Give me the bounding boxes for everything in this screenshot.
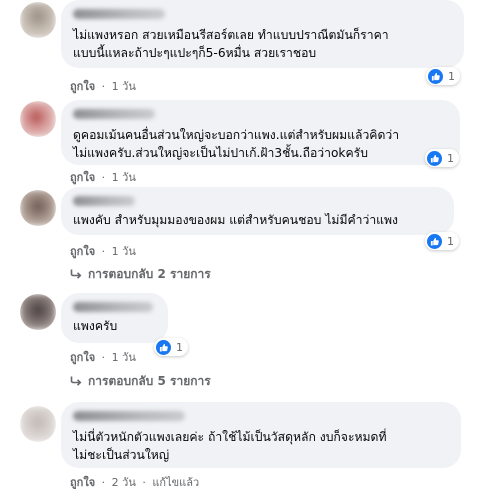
like-button[interactable]: ถูกใจ	[70, 476, 95, 489]
avatar[interactable]	[20, 406, 56, 442]
comment-line: ไม่นี่ตัวหนักตัวแพงเลยค่ะ ถ้าใช้ไม้เป็นว…	[73, 430, 387, 444]
replies-label: การตอบกลับ 2 รายการ	[88, 267, 211, 281]
commenter-name[interactable]	[73, 302, 153, 312]
comment-bubble: ดูคอมเม้นคนอื่นส่วนใหญ่จะบอกว่าแพง.แต่สำ…	[61, 100, 460, 165]
edited-label: แก้ไขแล้ว	[152, 476, 200, 489]
comment-text: แพงครับ	[73, 316, 156, 336]
meta-separator: ·	[101, 245, 106, 258]
comment-meta: ถูกใจ · 1 วัน	[70, 242, 136, 260]
commenter-name[interactable]	[73, 411, 185, 421]
reply-arrow-icon	[70, 375, 82, 389]
avatar[interactable]	[20, 101, 56, 137]
like-button[interactable]: ถูกใจ	[70, 351, 95, 364]
thumbs-up-icon	[428, 68, 443, 84]
comment-meta: ถูกใจ · 1 วัน	[70, 348, 136, 366]
comment-timestamp[interactable]: 1 วัน	[112, 245, 136, 258]
comment-text: ไม่นี่ตัวหนักตัวแพงเลยค่ะ ถ้าใช้ไม้เป็นว…	[73, 427, 449, 465]
comment-bubble: ไม่นี่ตัวหนักตัวแพงเลยค่ะ ถ้าใช้ไม้เป็นว…	[61, 402, 461, 468]
comment-text: ดูคอมเม้นคนอื่นส่วนใหญ่จะบอกว่าแพง.แต่สำ…	[73, 125, 448, 163]
commenter-name[interactable]	[73, 196, 135, 206]
thumbs-up-icon	[427, 233, 442, 249]
avatar[interactable]	[20, 294, 56, 330]
reply-arrow-icon	[70, 268, 82, 282]
thumbs-up-icon	[156, 339, 171, 355]
comment-line: ไม่แพงครับ.ส่วนใหญ่จะเป็นไม่ปาเก้.ฝ้า3ชั…	[73, 146, 368, 160]
comment-text: ไม่แพงหรอก สวยเหมือนรีสอร์ตเลย ทำแบบปราณ…	[73, 25, 452, 63]
comment-meta: ถูกใจ · 1 วัน	[70, 168, 136, 186]
commenter-name[interactable]	[73, 109, 155, 119]
comment-line: ไม่ชะเป็นส่วนใหญ่	[73, 448, 170, 462]
like-button[interactable]: ถูกใจ	[70, 171, 95, 184]
commenter-name[interactable]	[73, 9, 165, 19]
comment-timestamp[interactable]: 1 วัน	[112, 351, 136, 364]
comment-text: แพงคับ สำหรับมุมมองของผม แต่สำหรับคนชอบ …	[73, 210, 442, 230]
avatar[interactable]	[20, 190, 56, 226]
meta-separator: ·	[142, 476, 146, 489]
comment-timestamp[interactable]: 1 วัน	[112, 171, 136, 184]
comment-line: ไม่แพงหรอก สวยเหมือนรีสอร์ตเลย ทำแบบปราณ…	[73, 28, 389, 42]
like-button[interactable]: ถูกใจ	[70, 245, 95, 258]
meta-separator: ·	[101, 80, 106, 93]
reaction-count[interactable]: 1	[425, 149, 459, 167]
thumbs-up-icon	[427, 150, 442, 166]
comment-bubble: แพงครับ	[61, 293, 168, 343]
avatar[interactable]	[20, 2, 56, 38]
like-button[interactable]: ถูกใจ	[70, 80, 95, 93]
replies-label: การตอบกลับ 5 รายการ	[88, 374, 211, 388]
view-replies-link[interactable]: การตอบกลับ 2 รายการ	[70, 265, 211, 284]
view-replies-link[interactable]: การตอบกลับ 5 รายการ	[70, 372, 211, 391]
comment-line: แบบนี้แหละถ้าปะๆแปะๆก็5-6หมื่น สวยเราชอบ	[73, 46, 317, 60]
reaction-count[interactable]: 1	[425, 232, 459, 250]
meta-separator: ·	[101, 171, 106, 184]
comment-line: แพงคับ สำหรับมุมมองของผม แต่สำหรับคนชอบ …	[73, 213, 398, 227]
comment-timestamp[interactable]: 1 วัน	[112, 80, 136, 93]
meta-separator: ·	[101, 351, 106, 364]
comment-meta: ถูกใจ · 2 วัน · แก้ไขแล้ว	[70, 473, 199, 489]
reaction-number: 1	[176, 340, 183, 354]
comment-bubble: ไม่แพงหรอก สวยเหมือนรีสอร์ตเลย ทำแบบปราณ…	[61, 0, 464, 68]
reaction-count[interactable]: 1	[426, 67, 460, 85]
reaction-number: 1	[447, 151, 454, 165]
reaction-count[interactable]: 1	[154, 338, 188, 356]
meta-separator: ·	[101, 476, 106, 489]
comments-section: ไม่แพงหรอก สวยเหมือนรีสอร์ตเลย ทำแบบปราณ…	[0, 0, 499, 489]
comment-line: ดูคอมเม้นคนอื่นส่วนใหญ่จะบอกว่าแพง.แต่สำ…	[73, 128, 400, 142]
reaction-number: 1	[448, 69, 455, 83]
comment-meta: ถูกใจ · 1 วัน	[70, 77, 136, 95]
comment-bubble: แพงคับ สำหรับมุมมองของผม แต่สำหรับคนชอบ …	[61, 187, 454, 235]
reaction-number: 1	[447, 234, 454, 248]
comment-timestamp[interactable]: 2 วัน	[112, 476, 136, 489]
comment-line: แพงครับ	[73, 319, 118, 333]
